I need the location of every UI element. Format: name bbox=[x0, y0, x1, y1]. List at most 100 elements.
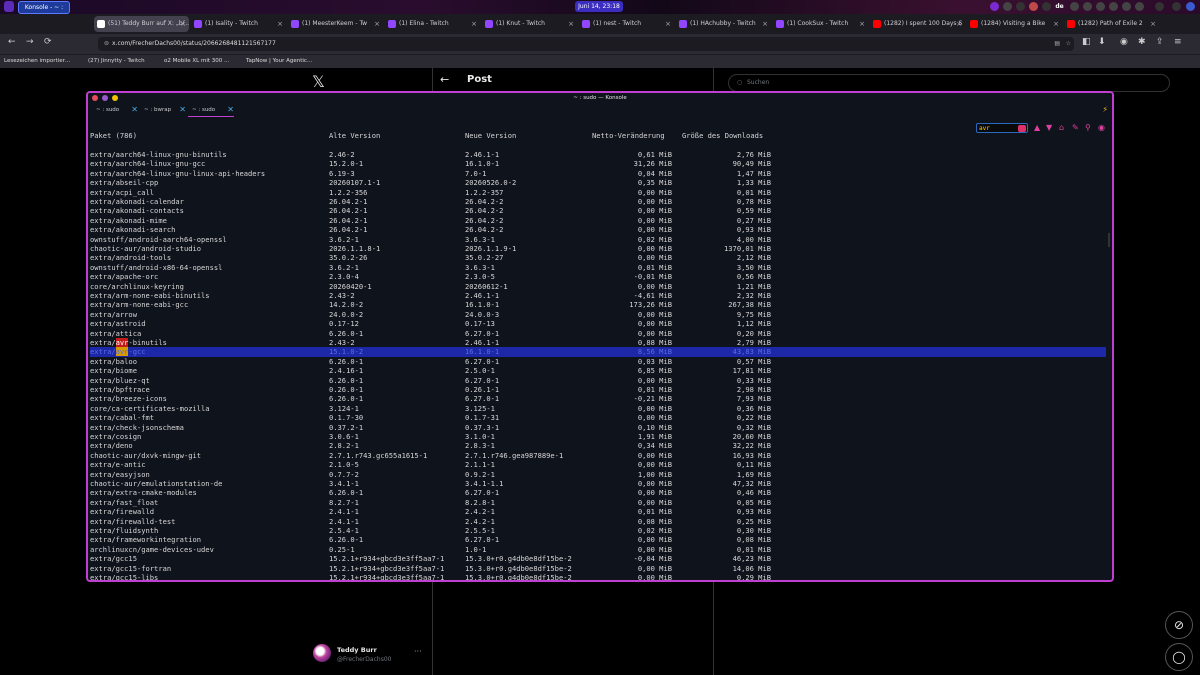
search-options-icon[interactable]: ⚲ bbox=[1085, 123, 1091, 133]
search-icon: ○ bbox=[737, 79, 743, 86]
browser-tab[interactable]: (1) Isality - Twitch × bbox=[191, 16, 286, 32]
browser-tab[interactable]: (1282) I spent 100 Days S × bbox=[870, 16, 965, 32]
cell-net: 0,00 MiB bbox=[637, 197, 672, 206]
terminal-output[interactable]: Paket (786) Alte Version Neue Version Ne… bbox=[88, 93, 1112, 580]
extensions-icon[interactable]: ⬇ bbox=[1098, 37, 1106, 47]
avatar[interactable] bbox=[313, 644, 331, 662]
pocket-icon[interactable]: ◧ bbox=[1082, 37, 1091, 47]
cell-pkg: chaotic-aur/emulationstation-de bbox=[90, 479, 223, 488]
clock[interactable]: Juni 14, 23:18 bbox=[575, 1, 623, 12]
close-tab-icon[interactable]: × bbox=[471, 16, 477, 32]
account-icon[interactable]: ◉ bbox=[1120, 37, 1128, 47]
cell-new: 3.6.3-1 bbox=[465, 234, 495, 244]
addons-icon[interactable]: ✱ bbox=[1138, 37, 1146, 47]
close-tab-icon[interactable]: × bbox=[180, 16, 186, 32]
messages-icon[interactable]: ◯ bbox=[1165, 643, 1193, 671]
tab-overflow-icon[interactable] bbox=[36, 16, 50, 32]
url-bar[interactable]: ⊜ x.com/FrecherDachs00/status/2066268481… bbox=[98, 37, 1074, 51]
close-tab-icon[interactable]: × bbox=[568, 16, 574, 32]
search-input[interactable]: ○ Suchen bbox=[728, 74, 1170, 92]
cell-pkg: extra/aarch64-linux-gnu-binutils bbox=[90, 150, 227, 159]
close-tab-icon[interactable]: × bbox=[1150, 16, 1156, 32]
reader-icon[interactable]: ▤ bbox=[1054, 37, 1060, 51]
x-logo[interactable]: 𝕏 bbox=[312, 72, 325, 91]
reload-icon[interactable]: ⟳ bbox=[44, 37, 52, 47]
close-tab-icon[interactable]: × bbox=[277, 16, 283, 32]
browser-tab[interactable]: (1) nest - Twitch × bbox=[579, 16, 674, 32]
firefox-view-icon[interactable] bbox=[4, 16, 18, 32]
more-icon[interactable]: ··· bbox=[414, 647, 422, 656]
cell-new: 6.27.0-1 bbox=[465, 488, 500, 498]
tray-power-icon[interactable] bbox=[1172, 2, 1181, 11]
tray-clipboard-icon[interactable] bbox=[1070, 2, 1079, 11]
cell-pkg: extra/akonadi-search bbox=[90, 225, 176, 235]
bookmark-import[interactable]: Lesezeichen importier… bbox=[4, 56, 70, 67]
user-name[interactable]: Teddy Burr bbox=[337, 646, 377, 654]
browser-tab[interactable]: (1282) Path of Exile 2 × bbox=[1064, 16, 1159, 32]
search-regex-icon[interactable]: ✎ bbox=[1072, 123, 1079, 133]
browser-tab[interactable]: (1) CookSux - Twitch × bbox=[773, 16, 868, 32]
bookmark-tapnow[interactable]: TapNow | Your Agentic… bbox=[246, 56, 312, 67]
cell-pkg: extra/extra-cmake-modules bbox=[90, 488, 197, 498]
bookmarks-bar: Lesezeichen importier… (27) Jinnytty - T… bbox=[0, 54, 1200, 68]
cell-new: 2.46.1-1 bbox=[465, 291, 500, 300]
private-mask-icon[interactable] bbox=[76, 16, 90, 32]
tray-update-icon[interactable] bbox=[1135, 2, 1144, 11]
cell-dl: 90,49 MiB bbox=[732, 159, 771, 169]
forward-icon[interactable]: → bbox=[26, 37, 34, 47]
menu-icon[interactable]: ≡ bbox=[1174, 37, 1182, 47]
search-up-icon[interactable]: ▲ bbox=[1034, 123, 1040, 133]
browser-tab[interactable]: (1) HAchubby - Twitch × bbox=[676, 16, 771, 32]
bookmark-twitch[interactable]: (27) Jinnytty - Twitch bbox=[88, 56, 145, 67]
share-icon[interactable]: ⇪ bbox=[1156, 37, 1164, 47]
browser-tab[interactable]: (1284) Visiting a Bike × bbox=[967, 16, 1062, 32]
keyboard-layout[interactable]: de bbox=[1055, 2, 1064, 11]
browser-tab[interactable]: (1) MeesterKeem - Tw × bbox=[288, 16, 383, 32]
tray-discord-icon[interactable] bbox=[1016, 2, 1025, 11]
app-launcher-icon[interactable] bbox=[4, 1, 14, 12]
close-tab-icon[interactable]: × bbox=[665, 16, 671, 32]
tray-vpn-icon[interactable] bbox=[990, 2, 999, 11]
browser-tab[interactable]: (1) Knut - Twitch × bbox=[482, 16, 577, 32]
tab-list-icon[interactable] bbox=[20, 16, 34, 32]
tray-notify-icon[interactable] bbox=[1003, 2, 1012, 11]
scrollbar[interactable] bbox=[1108, 233, 1110, 247]
cell-pkg: extra/biome bbox=[90, 366, 137, 376]
cell-pkg: extra/aarch64-linux-gnu-gcc bbox=[90, 159, 206, 169]
search-home-icon[interactable]: ⌂ bbox=[1059, 123, 1064, 133]
close-search-icon[interactable]: ◉ bbox=[1098, 123, 1105, 133]
show-desktop-icon[interactable] bbox=[1186, 2, 1195, 11]
bookmark-star-icon[interactable]: ☆ bbox=[1066, 37, 1071, 51]
tray-network-icon[interactable] bbox=[1096, 2, 1105, 11]
cell-new: 20260612-1 bbox=[465, 281, 508, 291]
task-konsole[interactable]: Konsole - ~ : sudo bbox=[18, 1, 70, 22]
close-tab-icon[interactable]: × bbox=[956, 16, 962, 32]
close-tab-icon[interactable]: × bbox=[762, 16, 768, 32]
back-icon[interactable]: ← bbox=[8, 37, 16, 47]
tray-bluetooth-icon[interactable] bbox=[1109, 2, 1118, 11]
tray-expand-icon[interactable] bbox=[1155, 2, 1164, 11]
cell-net: 0,00 MiB bbox=[637, 535, 672, 545]
tray-steam-icon[interactable] bbox=[1042, 2, 1051, 11]
close-tab-icon[interactable]: × bbox=[859, 16, 865, 32]
bookmark-o2[interactable]: o2 Mobile XL mit 300 … bbox=[164, 56, 230, 67]
tab-label: (1) HAchubby - Twitch bbox=[690, 20, 756, 27]
clear-search-icon[interactable] bbox=[1018, 125, 1026, 132]
back-arrow-icon[interactable]: ← bbox=[440, 73, 449, 86]
search-field[interactable]: avr bbox=[976, 123, 1028, 133]
tray-volume-icon[interactable] bbox=[1083, 2, 1092, 11]
cell-old: 3.6.2-1 bbox=[329, 262, 359, 272]
cell-dl: 7,93 MiB bbox=[736, 394, 771, 404]
cell-dl: 43,83 MiB bbox=[732, 347, 771, 357]
search-down-icon[interactable]: ▼ bbox=[1046, 123, 1052, 133]
close-tab-icon[interactable]: × bbox=[374, 16, 380, 32]
tray-battery-icon[interactable] bbox=[1122, 2, 1131, 11]
close-tab-icon[interactable]: × bbox=[1053, 16, 1059, 32]
table-row: core/ca-certificates-mozilla 3.124-1 3.125… bbox=[90, 404, 1106, 413]
tray-app-icon[interactable] bbox=[1029, 2, 1038, 11]
browser-tab[interactable]: (51) Teddy Burr auf X: „b(… × bbox=[94, 16, 189, 32]
browser-tab[interactable]: (1) Elina - Twitch × bbox=[385, 16, 480, 32]
site-info-icon[interactable]: ⊜ bbox=[104, 37, 109, 51]
grok-icon[interactable]: ⊘ bbox=[1165, 611, 1193, 639]
cell-pkg: extra/baloo bbox=[90, 356, 137, 366]
